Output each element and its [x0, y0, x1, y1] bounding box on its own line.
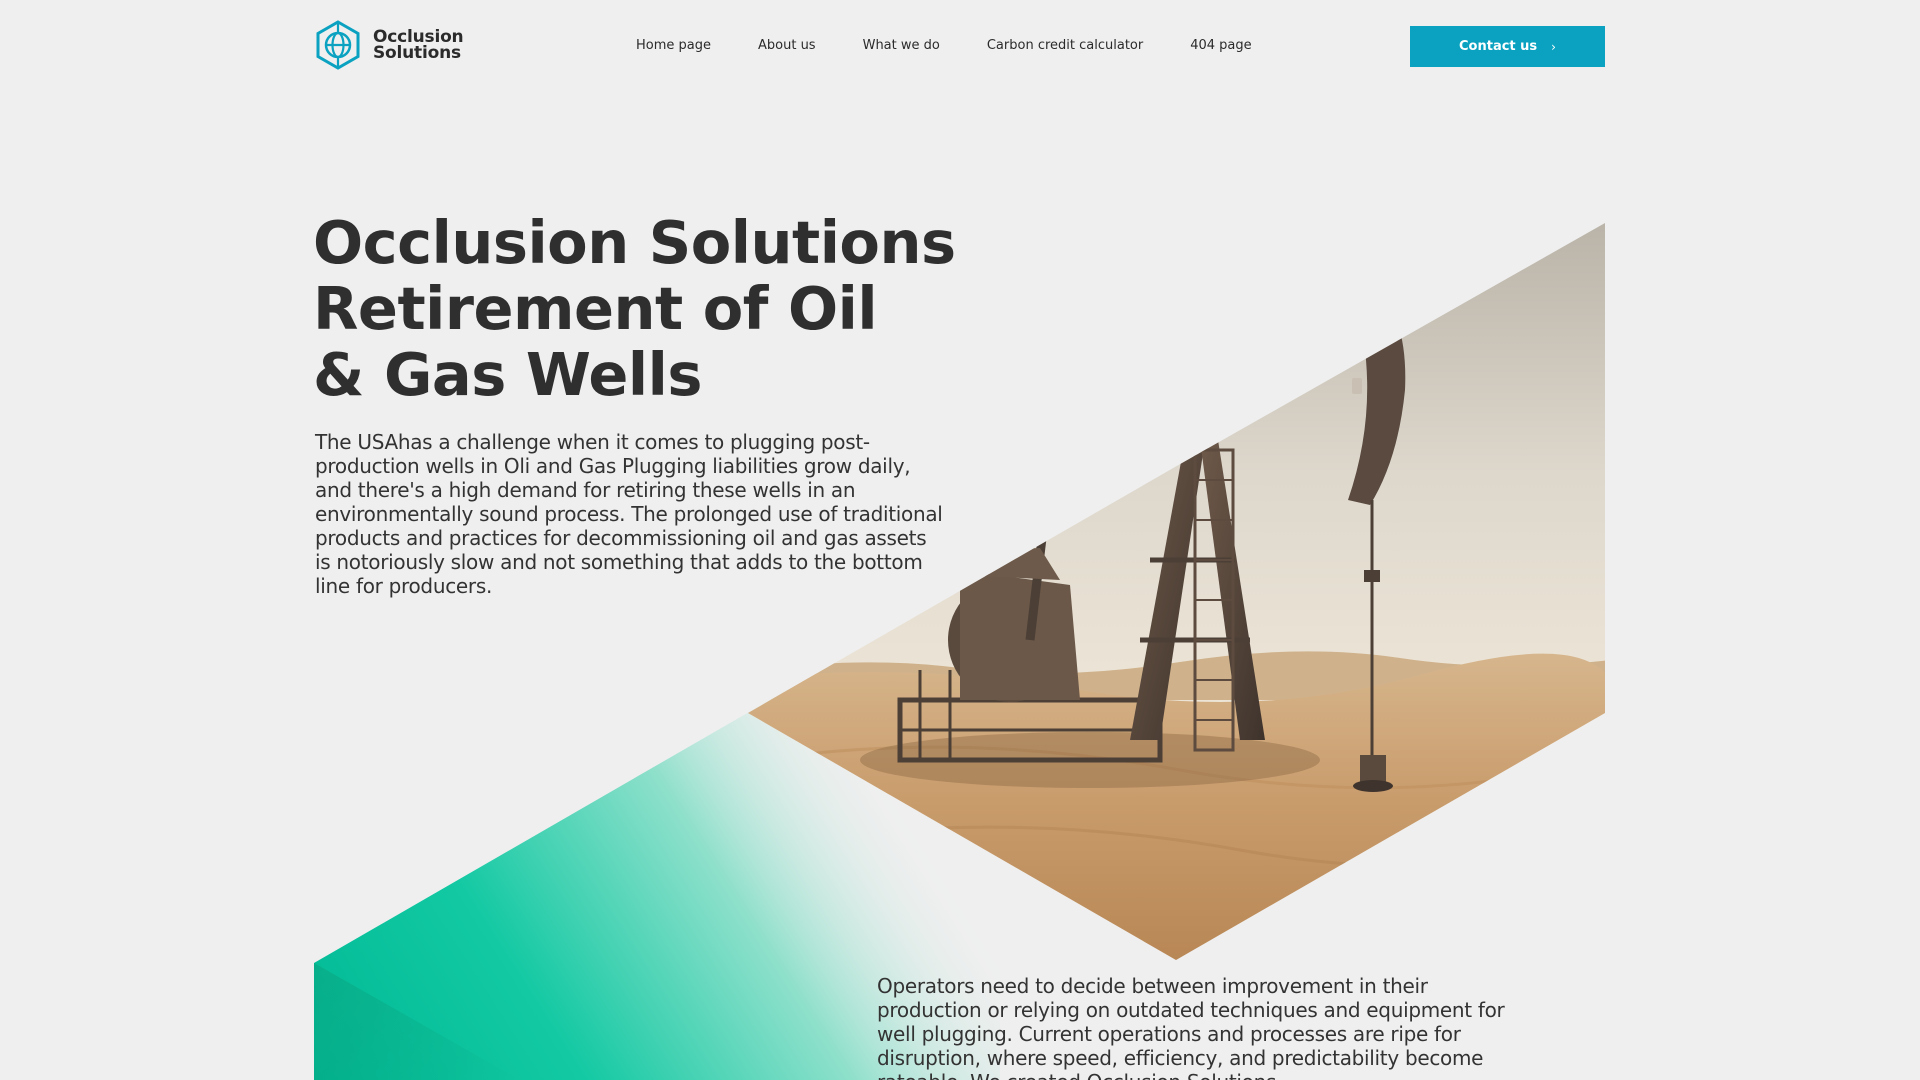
logo-wordmark: Occlusion Solutions: [373, 29, 464, 63]
main-nav: Home page About us What we do Carbon cre…: [636, 38, 1252, 53]
logo-text-line2: Solutions: [373, 43, 461, 63]
hero-title-line1: Occlusion Solutions: [313, 208, 956, 277]
nav-404-page[interactable]: 404 page: [1190, 38, 1251, 53]
hero-title-line3: & Gas Wells: [313, 340, 702, 409]
hero-title: Occlusion Solutions Retirement of Oil & …: [313, 210, 993, 408]
nav-what-we-do[interactable]: What we do: [863, 38, 940, 53]
page: Occlusion Solutions Home page About us W…: [0, 0, 1920, 1080]
chevron-right-icon: ›: [1551, 39, 1556, 54]
nav-home-page[interactable]: Home page: [636, 38, 711, 53]
contact-us-button[interactable]: Contact us ›: [1410, 26, 1605, 67]
green-gradient-shade: [314, 963, 520, 1080]
nav-about-us[interactable]: About us: [758, 38, 816, 53]
operators-description: Operators need to decide between improve…: [877, 974, 1505, 1080]
hero-title-line2: Retirement of Oil: [313, 274, 878, 343]
hero-description: The USAhas a challenge when it comes to …: [315, 430, 943, 598]
nav-carbon-credit-calculator[interactable]: Carbon credit calculator: [987, 38, 1143, 53]
logo[interactable]: Occlusion Solutions: [315, 20, 464, 70]
hexagon-globe-icon: [316, 20, 360, 70]
site-header: Occlusion Solutions Home page About us W…: [0, 0, 1920, 95]
contact-us-label: Contact us: [1459, 39, 1538, 54]
hero-artwork: [314, 223, 1605, 1080]
